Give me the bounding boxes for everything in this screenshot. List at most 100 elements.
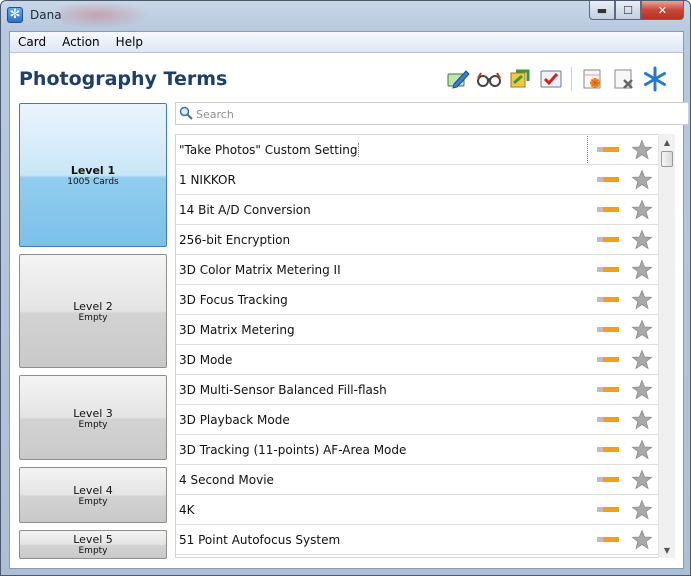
close-button[interactable]: ✕: [641, 1, 684, 20]
card-row[interactable]: 1 NIKKOR: [176, 165, 674, 195]
level-name: Level 3: [73, 407, 113, 420]
app-window: ✻ Dana ▬ ☐ ✕ Card Action Help Photograph…: [0, 0, 691, 576]
card-term: 4K: [179, 503, 195, 517]
level-2-button[interactable]: Level 2 Empty: [19, 254, 167, 368]
star-icon[interactable]: [631, 379, 653, 401]
delete-card-icon[interactable]: [610, 66, 638, 92]
card-level-indicator: [597, 147, 619, 152]
star-icon[interactable]: [631, 229, 653, 251]
level-3-button[interactable]: Level 3 Empty: [19, 375, 167, 460]
level-count: Empty: [78, 420, 108, 430]
level-1-button[interactable]: Level 1 1005 Cards: [19, 103, 167, 247]
edit-card-icon[interactable]: [444, 66, 472, 92]
level-count: Empty: [78, 546, 108, 556]
card-level-indicator: [597, 447, 619, 452]
menu-card[interactable]: Card: [10, 32, 54, 52]
card-list: "Take Photos" Custom Setting 1 NIKKOR 14 B…: [175, 134, 675, 558]
card-level-indicator: [597, 327, 619, 332]
snowflake-icon[interactable]: [641, 66, 669, 92]
card-term: 4 Second Movie: [179, 473, 274, 487]
search-box: [175, 102, 689, 125]
star-icon[interactable]: [631, 349, 653, 371]
maximize-button[interactable]: ☐: [615, 1, 641, 20]
card-level-indicator: [597, 297, 619, 302]
card-term: 3D Color Matrix Metering II: [179, 263, 341, 277]
minimize-button[interactable]: ▬: [589, 1, 615, 20]
star-icon[interactable]: [631, 259, 653, 281]
card-level-indicator: [597, 177, 619, 182]
page-title: Photography Terms: [19, 68, 228, 90]
level-name: Level 5: [73, 533, 113, 546]
star-icon[interactable]: [631, 499, 653, 521]
card-term: "Take Photos" Custom Setting: [179, 143, 359, 157]
card-row[interactable]: 256-bit Encryption: [176, 225, 674, 255]
card-row[interactable]: 4K: [176, 495, 674, 525]
card-level-indicator: [597, 417, 619, 422]
level-name: Level 2: [73, 300, 113, 313]
card-row[interactable]: 4 Second Movie: [176, 465, 674, 495]
card-level-indicator: [597, 237, 619, 242]
toolbar: [441, 66, 669, 92]
window-title: Dana: [30, 8, 62, 22]
star-icon[interactable]: [631, 169, 653, 191]
star-icon[interactable]: [631, 439, 653, 461]
card-term: 1 NIKKOR: [179, 173, 236, 187]
toolbar-separator: [571, 67, 572, 91]
star-icon[interactable]: [631, 289, 653, 311]
card-row[interactable]: 3D Tracking (11-points) AF-Area Mode: [176, 435, 674, 465]
scroll-down-arrow[interactable]: ▼: [659, 542, 675, 558]
card-term: 3D Playback Mode: [179, 413, 290, 427]
card-row[interactable]: 14 Bit A/D Conversion: [176, 195, 674, 225]
card-row[interactable]: 3D Focus Tracking: [176, 285, 674, 315]
title-bar[interactable]: ✻ Dana ▬ ☐ ✕: [1, 1, 690, 31]
star-icon[interactable]: [631, 529, 653, 551]
check-icon[interactable]: [537, 66, 565, 92]
card-level-indicator: [597, 207, 619, 212]
level-5-button[interactable]: Level 5 Empty: [19, 530, 167, 559]
star-icon[interactable]: [631, 199, 653, 221]
menu-bar: Card Action Help: [10, 32, 683, 53]
card-row[interactable]: 3D Mode: [176, 345, 674, 375]
new-card-icon[interactable]: [579, 66, 607, 92]
star-icon[interactable]: [631, 139, 653, 161]
shuffle-icon[interactable]: [506, 66, 534, 92]
header: Photography Terms: [10, 53, 683, 101]
level-count: Empty: [78, 313, 108, 323]
search-input[interactable]: [196, 105, 676, 123]
level-count: 1005 Cards: [67, 177, 119, 187]
card-level-indicator: [597, 477, 619, 482]
card-row[interactable]: "Take Photos" Custom Setting: [176, 135, 674, 165]
card-level-indicator: [597, 387, 619, 392]
level-4-button[interactable]: Level 4 Empty: [19, 467, 167, 523]
card-row[interactable]: 3D Color Matrix Metering II: [176, 255, 674, 285]
level-name: Level 1: [70, 164, 116, 177]
scroll-thumb[interactable]: [661, 151, 673, 167]
level-name: Level 4: [73, 484, 113, 497]
card-level-indicator: [597, 357, 619, 362]
card-row[interactable]: 51 Point Autofocus System: [176, 525, 674, 555]
search-icon: [179, 106, 193, 120]
card-row[interactable]: 3D Multi-Sensor Balanced Fill-flash: [176, 375, 674, 405]
client-area: Card Action Help Photography Terms Level…: [9, 31, 689, 569]
review-glasses-icon[interactable]: [475, 66, 503, 92]
card-term: 256-bit Encryption: [179, 233, 291, 247]
card-level-indicator: [597, 267, 619, 272]
card-term: 3D Multi-Sensor Balanced Fill-flash: [179, 383, 387, 397]
card-term: 3D Tracking (11-points) AF-Area Mode: [179, 443, 407, 457]
star-icon[interactable]: [631, 409, 653, 431]
snowflake-icon: ✻: [7, 7, 23, 23]
scroll-up-arrow[interactable]: ▲: [659, 134, 675, 150]
card-level-indicator: [597, 507, 619, 512]
card-term: 14 Bit A/D Conversion: [179, 203, 311, 217]
star-icon[interactable]: [631, 469, 653, 491]
title-bar-background: [61, 1, 151, 29]
card-row[interactable]: 3D Matrix Metering: [176, 315, 674, 345]
menu-action[interactable]: Action: [54, 32, 108, 52]
menu-help[interactable]: Help: [108, 32, 151, 52]
card-term: 51 Point Autofocus System: [179, 533, 341, 547]
card-term: 3D Matrix Metering: [179, 323, 295, 337]
card-term: 3D Mode: [179, 353, 233, 367]
scrollbar[interactable]: ▲ ▼: [658, 134, 675, 558]
card-row[interactable]: 3D Playback Mode: [176, 405, 674, 435]
star-icon[interactable]: [631, 319, 653, 341]
